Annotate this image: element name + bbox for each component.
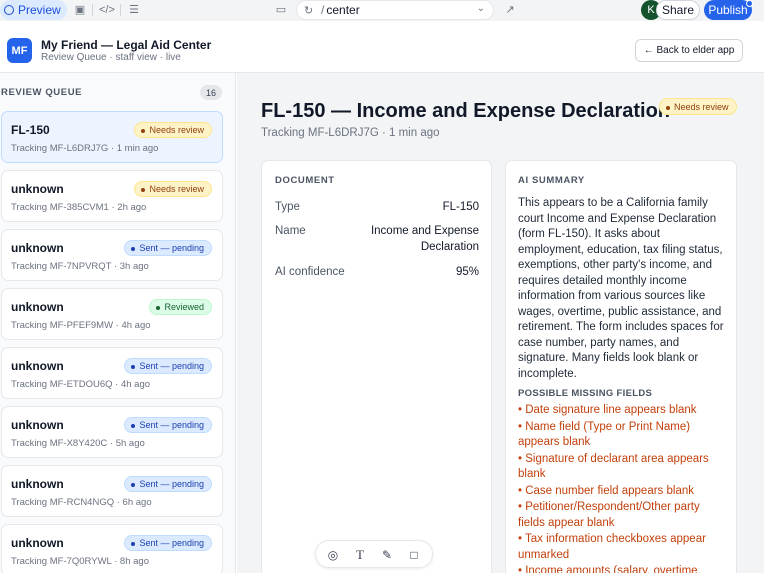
list-item: • Tax information checkboxes appear unma… [518,533,706,561]
file-icon[interactable]: ▣ [73,3,87,17]
queue-item-title: FL-150 [11,123,50,137]
status-badge: Sent — pending [124,358,212,374]
queue-item-title: unknown [11,300,64,314]
list-item: • Name field (Type or Print Name) appear… [518,420,691,449]
name-label: Name [275,225,306,237]
queue-item-tracking: Tracking MF-ETDOU6Q · 4h ago [11,379,151,390]
queue-item-tracking: Tracking MF-7NPVRQT · 3h ago [11,261,149,272]
queue-item[interactable]: unknown Reviewed Tracking MF-PFEF9MW · 4… [1,288,223,340]
preview-icon [4,5,14,15]
queue-item-tracking: Tracking MF-RCN4NGQ · 6h ago [11,497,152,508]
status-badge: Needs review [659,98,737,115]
type-value: FL-150 [442,201,479,213]
page-subtitle: Tracking MF-L6DRJ7G · 1 min ago [261,127,440,139]
preview-button[interactable]: Preview [0,0,67,20]
document-detail: FL-150 — Income and Expense Declaration … [237,73,764,573]
queue-item[interactable]: unknown Sent — pending Tracking MF-ETDOU… [1,347,223,399]
status-badge: Sent — pending [124,535,212,551]
queue-item-tracking: Tracking MF-PFEF9MW · 4h ago [11,320,151,331]
list-item: • Income amounts (salary, overtime, [518,565,701,573]
queue-item-title: unknown [11,182,64,196]
list-item: • Petitioner/Respondent/Other party fiel… [518,501,700,529]
queue-item-title: unknown [11,477,64,491]
queue-item-title: unknown [11,359,64,373]
reload-icon[interactable]: ↻ [304,4,313,17]
app-subtitle: Review Queue · staff view · live [41,52,181,63]
editor-toolbar: Preview ▣ </> ☰ ▭ ↻ / center ⌄ ↗ K Share… [0,0,764,21]
status-badge: Sent — pending [124,417,212,433]
publish-button[interactable]: Publish [704,0,752,20]
missing-fields-list: • Date signature line appears blank • Na… [518,403,726,573]
queue-item[interactable]: FL-150 Needs review Tracking MF-L6DRJ7G … [1,111,223,163]
list-item: • Date signature line appears blank [518,404,697,416]
url-slash: / [321,3,325,17]
status-badge: Needs review [134,122,212,138]
select-element-icon[interactable]: ◎ [325,547,341,563]
document-panel: DOCUMENT Type FL-150 Name Income and Exp… [261,160,492,573]
text-tool-icon[interactable]: T [352,547,368,563]
status-badge: Needs review [134,181,212,197]
queue-item-tracking: Tracking MF-X8Y420C · 5h ago [11,438,145,449]
queue-heading: REVIEW QUEUE [1,87,83,98]
list-item: • Signature of declarant area appears bl… [518,452,709,481]
queue-item-title: unknown [11,536,64,550]
queue-item-title: unknown [11,241,64,255]
url-path: center [326,3,360,17]
status-badge: Sent — pending [124,240,212,256]
name-value-line2: Declaration [420,241,479,253]
ai-summary-panel: AI SUMMARY This appears to be a Californ… [505,160,737,573]
preview-label: Preview [18,3,61,17]
share-button[interactable]: Share [656,0,700,20]
queue-item-tracking: Tracking MF-L6DRJ7G · 1 min ago [11,143,159,154]
status-badge: Sent — pending [124,476,212,492]
panel-heading: DOCUMENT [275,175,335,186]
queue-item[interactable]: unknown Sent — pending Tracking MF-7Q0RY… [1,524,223,573]
ai-summary-text: This appears to be a California family c… [518,197,724,380]
layers-icon[interactable]: ☰ [127,3,141,17]
type-label: Type [275,201,300,213]
app-header: MF My Friend — Legal Aid Center Review Q… [0,28,764,73]
queue-item[interactable]: unknown Sent — pending Tracking MF-X8Y42… [1,406,223,458]
code-icon[interactable]: </> [99,3,115,17]
list-item: • Case number field appears blank [518,484,694,497]
queue-item[interactable]: unknown Sent — pending Tracking MF-RCN4N… [1,465,223,517]
page-title: FL-150 — Income and Expense Declaration [261,100,671,122]
queue-count-badge: 16 [200,85,222,100]
queue-item[interactable]: unknown Needs review Tracking MF-385CVM1… [1,170,223,222]
queue-item[interactable]: unknown Sent — pending Tracking MF-7NPVR… [1,229,223,281]
notification-dot [746,0,753,7]
app-title: My Friend — Legal Aid Center [41,38,212,52]
queue-item-tracking: Tracking MF-385CVM1 · 2h ago [11,202,147,213]
external-link-icon[interactable]: ↗ [503,3,517,17]
queue-item-tracking: Tracking MF-7Q0RYWL · 8h ago [11,556,149,567]
toolbar-divider [120,4,121,16]
confidence-label: AI confidence [275,266,345,278]
comment-icon[interactable]: □ [406,547,422,563]
queue-item-title: unknown [11,418,64,432]
toolbar-divider [92,4,93,16]
panel-heading: AI SUMMARY [518,175,585,186]
back-to-elder-app-button[interactable]: ← Back to elder app [635,39,743,62]
status-badge: Reviewed [149,299,212,315]
missing-fields-heading: POSSIBLE MISSING FIELDS [518,388,653,399]
app-logo: MF [7,38,32,63]
confidence-value: 95% [455,266,479,278]
floating-edit-toolbar: ◎ T ✎ □ [315,540,433,568]
url-bar[interactable]: ↻ / center ⌄ [296,0,494,20]
chevron-down-icon[interactable]: ⌄ [477,3,485,14]
review-queue-sidebar: REVIEW QUEUE 16 FL-150 Needs review Trac… [0,73,236,573]
pencil-icon[interactable]: ✎ [379,547,395,563]
monitor-icon[interactable]: ▭ [274,3,288,17]
name-value-line1: Income and Expense [370,225,479,237]
